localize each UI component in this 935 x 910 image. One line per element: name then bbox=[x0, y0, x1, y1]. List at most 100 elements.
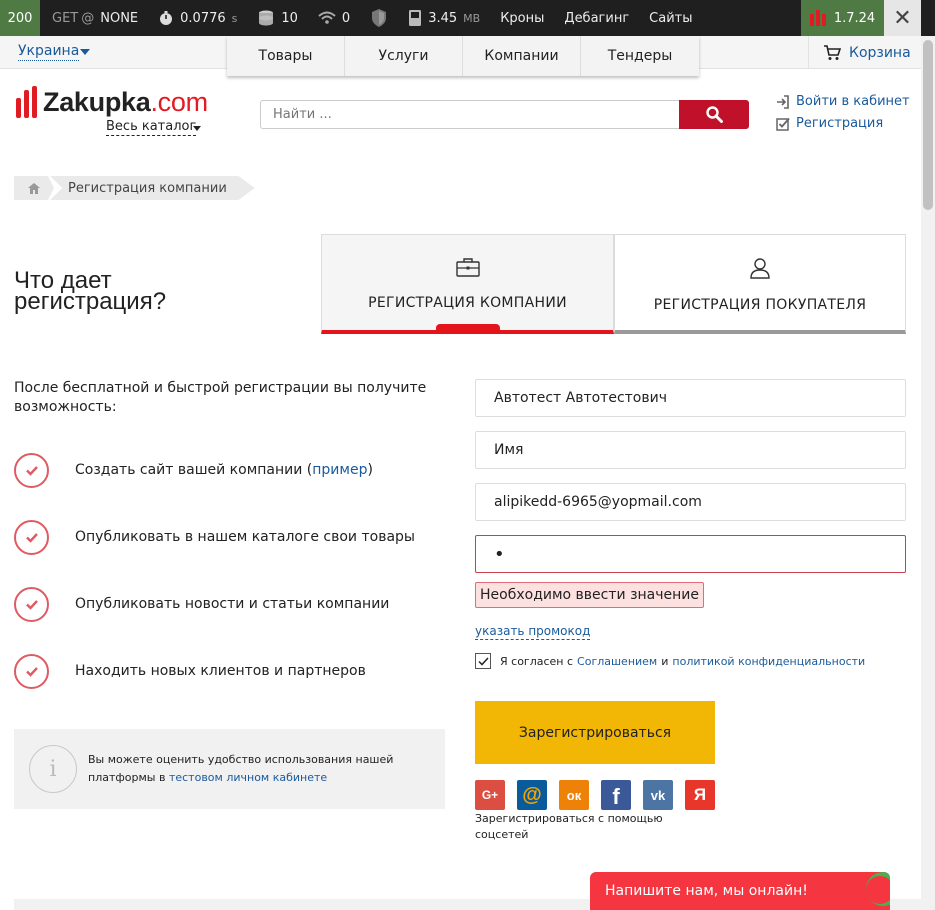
sign-in-icon bbox=[777, 94, 789, 109]
check-circle-icon bbox=[14, 586, 49, 622]
scrollbar-thumb[interactable] bbox=[923, 40, 933, 210]
facebook-icon[interactable]: f bbox=[601, 780, 631, 810]
example-link[interactable]: пример bbox=[312, 462, 367, 478]
debug-link-debugging[interactable]: Дебагинг bbox=[554, 0, 639, 36]
benefit-text-1-end: ) bbox=[367, 462, 373, 478]
cart-link[interactable]: Корзина bbox=[808, 36, 911, 69]
search-icon bbox=[705, 106, 723, 123]
email-field[interactable]: alipikedd-6965@yopmail.com bbox=[475, 483, 906, 521]
catalog-chevron-icon[interactable] bbox=[193, 126, 201, 131]
tab-companies[interactable]: Компании bbox=[463, 36, 581, 76]
debug-memory[interactable]: 3.45 MB bbox=[398, 0, 490, 36]
database-icon bbox=[259, 10, 274, 26]
debug-link-crons[interactable]: Кроны bbox=[490, 0, 554, 36]
agreement-mid: и bbox=[661, 654, 669, 668]
debug-status-code[interactable]: 200 bbox=[0, 0, 40, 36]
register-label[interactable]: Регистрация bbox=[796, 116, 883, 131]
agreement-row: Я согласен с Соглашением и политикой кон… bbox=[475, 653, 865, 669]
debug-version-value: 1.7.24 bbox=[833, 10, 876, 26]
logo-tld: .com bbox=[150, 86, 208, 117]
google-plus-icon[interactable]: G+ bbox=[475, 780, 505, 810]
debug-security[interactable] bbox=[360, 0, 398, 36]
agreement-checkbox[interactable] bbox=[475, 653, 491, 669]
debug-request[interactable]: GET @ NONE bbox=[40, 0, 148, 36]
checkmark-icon bbox=[477, 656, 489, 666]
search-button[interactable] bbox=[679, 100, 749, 129]
chat-widget-button[interactable]: Напишите нам, мы онлайн! bbox=[590, 872, 890, 910]
benefit-text: Опубликовать в нашем каталоге свои товар… bbox=[75, 529, 415, 545]
chat-label: Напишите нам, мы онлайн! bbox=[605, 883, 808, 899]
benefits-intro: После бесплатной и быстрой регистрации в… bbox=[14, 380, 427, 415]
page-scrollbar[interactable] bbox=[921, 36, 935, 910]
benefit-item: Создать сайт вашей компании (пример) bbox=[14, 452, 444, 488]
shield-icon bbox=[372, 9, 387, 27]
vkontakte-icon[interactable]: vk bbox=[643, 780, 673, 810]
debug-close-icon[interactable]: ✕ bbox=[884, 0, 921, 36]
login-label[interactable]: Войти в кабинет bbox=[796, 94, 910, 109]
benefit-text: Создать сайт вашей компании (пример) bbox=[75, 462, 373, 478]
promo-code-link[interactable]: указать промокод bbox=[475, 624, 591, 640]
login-link[interactable]: Войти в кабинет bbox=[776, 94, 910, 109]
chevron-down-icon[interactable] bbox=[80, 49, 90, 55]
privacy-policy-link[interactable]: политикой конфиденциальности bbox=[672, 655, 865, 668]
cart-icon bbox=[824, 44, 841, 60]
site-logo[interactable]: Zakupka.com bbox=[16, 86, 208, 118]
search-input[interactable] bbox=[260, 100, 679, 129]
agreement-link[interactable]: Соглашением bbox=[577, 655, 657, 668]
debug-toolbar: 200 GET @ NONE 0.0776 s 10 0 3.45 MB Кроны … bbox=[0, 0, 935, 36]
register-link[interactable]: Регистрация bbox=[776, 116, 883, 131]
benefit-text-1: Создать сайт вашей компании ( bbox=[75, 462, 313, 478]
tab-services[interactable]: Услуги bbox=[345, 36, 463, 76]
benefit-text: Опубликовать новости и статьи компании bbox=[75, 596, 390, 612]
odnoklassniki-icon[interactable]: ок bbox=[559, 780, 589, 810]
test-cabinet-link[interactable]: тестовом личном кабинете bbox=[169, 771, 327, 784]
first-name-field[interactable]: Имя bbox=[475, 431, 906, 469]
top-nav: Украина Товары Услуги Компании Тендеры К… bbox=[0, 36, 921, 76]
breadcrumb-home[interactable] bbox=[14, 176, 54, 200]
company-name-field[interactable]: Автотест Автотестович bbox=[475, 379, 906, 417]
tab-company-label: РЕГИСТРАЦИЯ КОМПАНИИ bbox=[368, 295, 567, 311]
check-circle-icon bbox=[14, 452, 49, 488]
page-title: Что дает регистрация? bbox=[14, 267, 167, 315]
debug-time[interactable]: 0.0776 s bbox=[148, 0, 247, 36]
debug-time-unit: s bbox=[231, 11, 238, 25]
cart-label: Корзина bbox=[849, 44, 911, 61]
debug-memory-unit: MB bbox=[463, 11, 481, 25]
logo-mark-icon bbox=[16, 86, 37, 118]
password-error-message: Необходимо ввести значение bbox=[475, 582, 704, 608]
online-indicator-mask bbox=[866, 876, 890, 904]
debug-time-value: 0.0776 bbox=[180, 10, 226, 26]
check-circle-icon bbox=[14, 519, 49, 555]
tab-company-registration[interactable]: РЕГИСТРАЦИЯ КОМПАНИИ bbox=[321, 234, 614, 334]
debug-route: NONE bbox=[100, 10, 139, 26]
debug-queries[interactable]: 10 bbox=[247, 0, 308, 36]
catalog-dropdown[interactable]: Весь каталог bbox=[106, 119, 197, 136]
benefit-text: Находить новых клиентов и партнеров bbox=[75, 663, 366, 679]
active-tab-indicator bbox=[436, 324, 500, 330]
benefit-item: Опубликовать новости и статьи компании bbox=[14, 586, 444, 622]
social-login-caption: Зарегистрироваться с помощью соцсетей bbox=[475, 812, 663, 841]
logo-main: Zakupka bbox=[43, 86, 151, 117]
breadcrumb: Регистрация компании bbox=[14, 176, 255, 200]
tab-buyer-registration[interactable]: РЕГИСТРАЦИЯ ПОКУПАТЕЛЯ bbox=[614, 234, 906, 334]
debug-version[interactable]: 1.7.24 bbox=[801, 0, 884, 36]
info-icon: i bbox=[29, 745, 77, 793]
benefit-item: Опубликовать в нашем каталоге свои товар… bbox=[14, 519, 444, 555]
memory-icon bbox=[409, 10, 422, 26]
register-submit-button[interactable]: Зарегистрироваться bbox=[475, 701, 715, 764]
checkbox-icon bbox=[776, 117, 790, 131]
briefcase-icon bbox=[455, 258, 480, 277]
yandex-icon[interactable]: Я bbox=[685, 780, 715, 810]
region-selector[interactable]: Украина bbox=[18, 43, 80, 61]
debug-count2[interactable]: 0 bbox=[308, 0, 360, 36]
yii-logo-icon bbox=[809, 10, 826, 26]
user-icon bbox=[750, 258, 770, 279]
password-field[interactable]: • bbox=[475, 535, 906, 573]
mail-ru-icon[interactable]: @ bbox=[517, 780, 547, 810]
debug-link-sites[interactable]: Сайты bbox=[639, 0, 702, 36]
category-tabs: Товары Услуги Компании Тендеры bbox=[227, 36, 699, 76]
tab-goods[interactable]: Товары bbox=[227, 36, 345, 76]
debug-queries-value: 10 bbox=[281, 10, 298, 26]
tab-tenders[interactable]: Тендеры bbox=[581, 36, 699, 76]
debug-count2-value: 0 bbox=[341, 10, 351, 26]
